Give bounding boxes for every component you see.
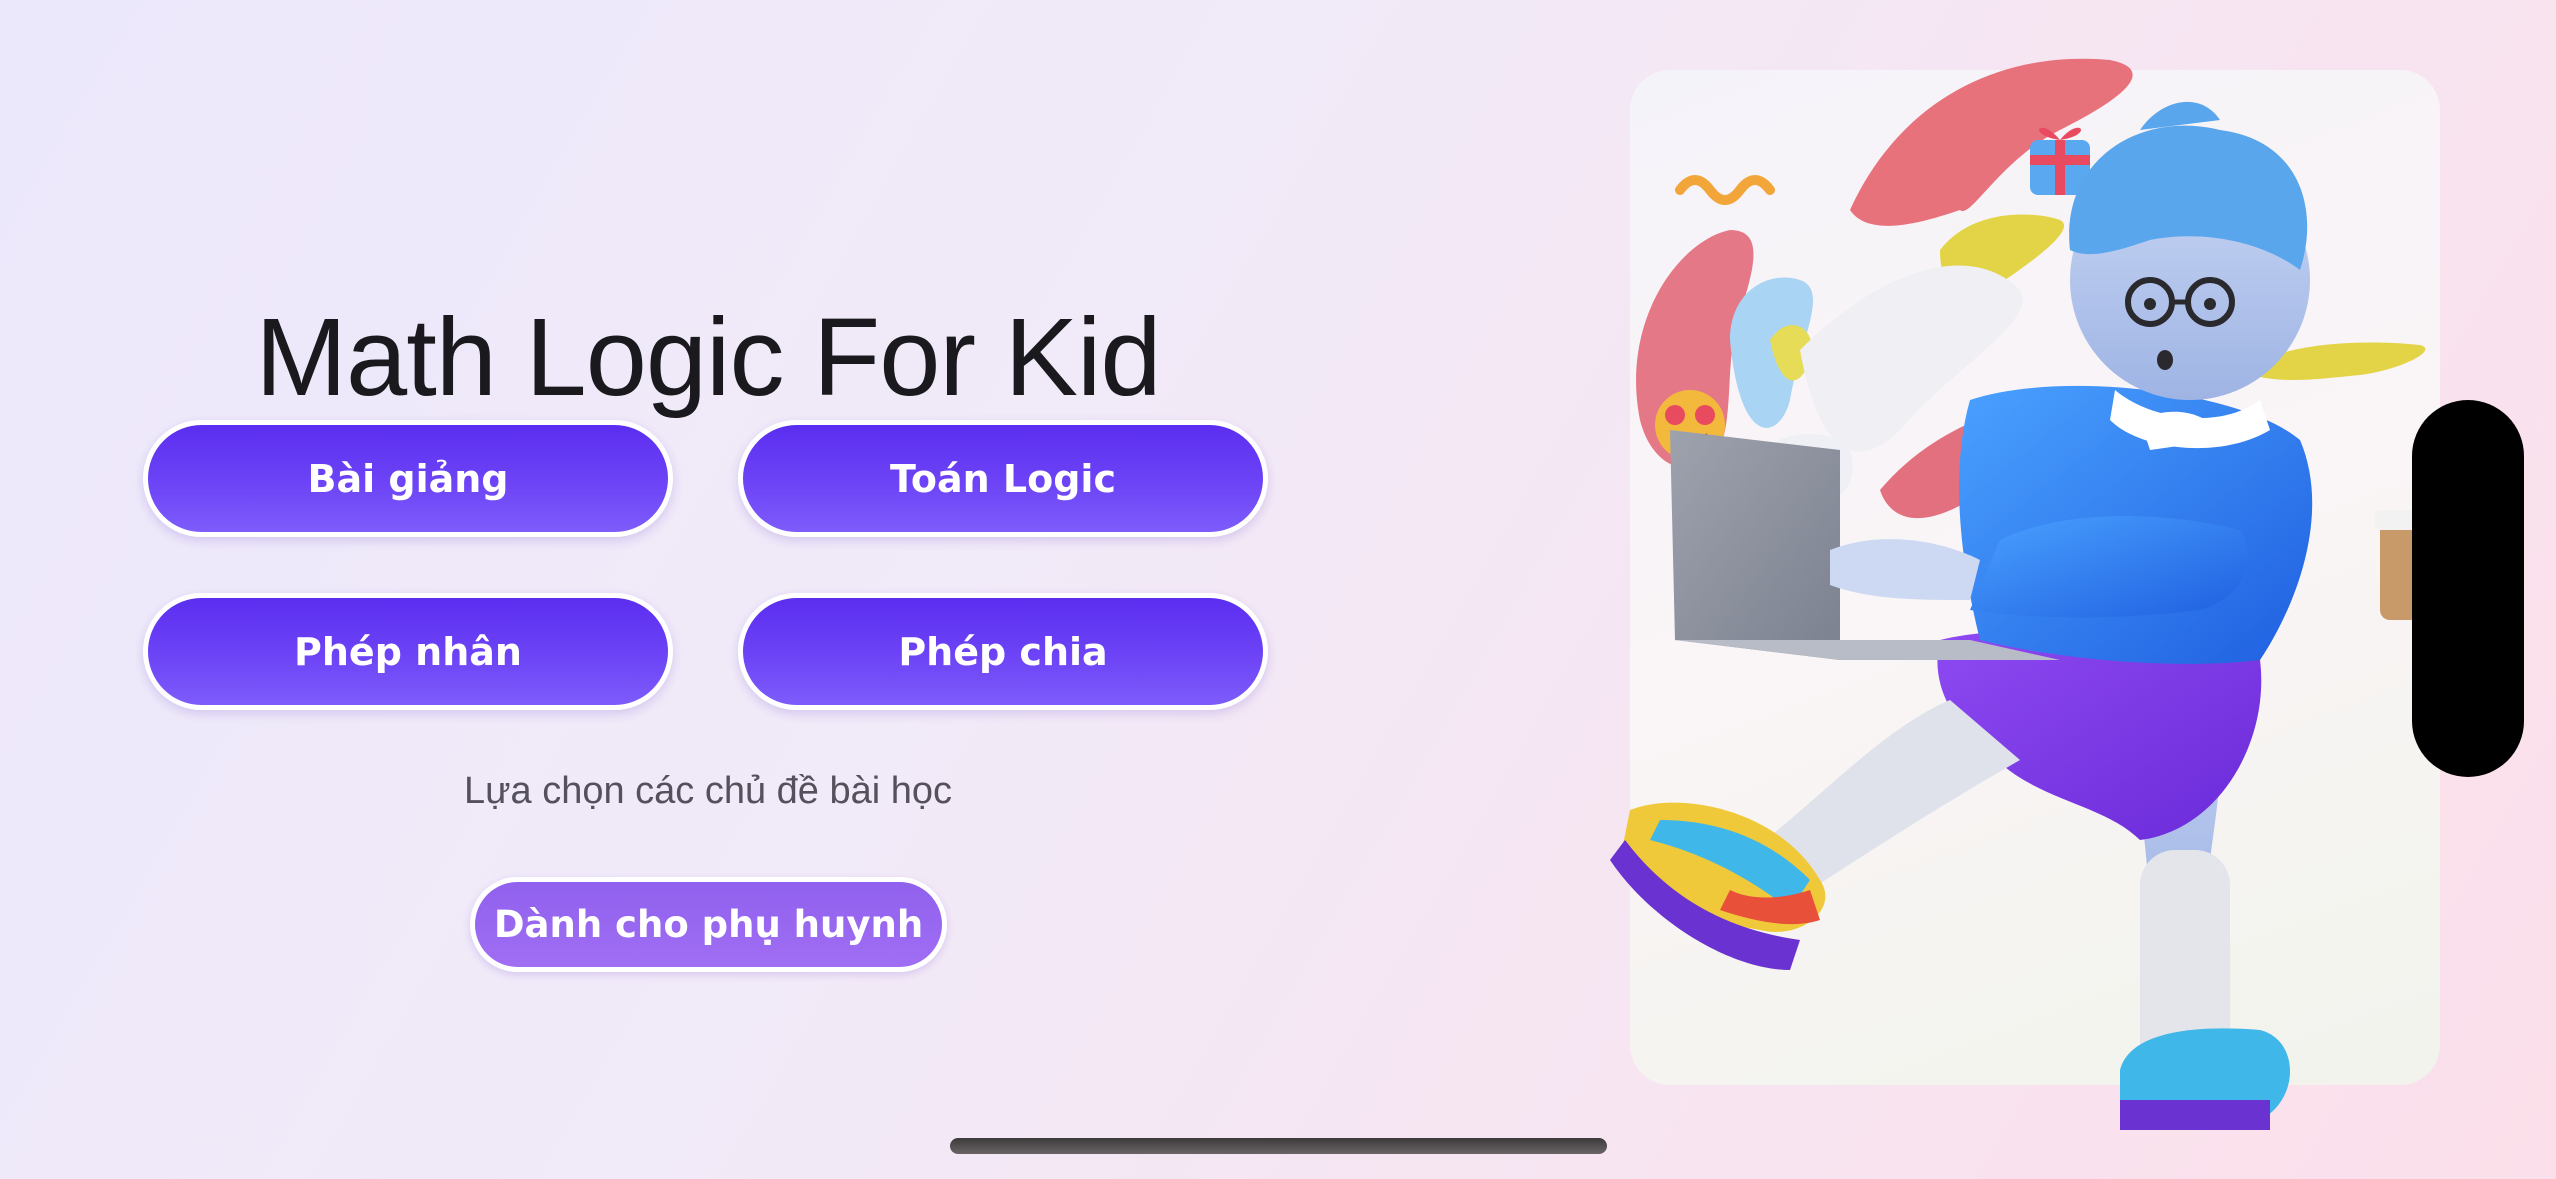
parents-button[interactable]: Dành cho phụ huynh <box>470 877 947 972</box>
lectures-button[interactable]: Bài giảng <box>143 420 673 537</box>
side-notch <box>2412 400 2524 777</box>
division-button[interactable]: Phép chia <box>738 593 1268 710</box>
kid-with-laptop-illustration <box>1610 58 2455 1130</box>
kid-mouth <box>2157 350 2173 370</box>
multiplication-button[interactable]: Phép nhân <box>143 593 673 710</box>
logic-math-button[interactable]: Toán Logic <box>738 420 1268 537</box>
laptop-screen <box>1670 430 1840 660</box>
topic-hint-text: Lựa chọn các chủ đề bài học <box>463 770 953 812</box>
page-title: Math Logic For Kid <box>255 295 1161 419</box>
spring-icon <box>1675 175 1775 205</box>
kid-shoe-sole-back <box>2120 1100 2270 1130</box>
home-indicator[interactable] <box>950 1138 1607 1154</box>
kid-hand <box>1830 539 1980 600</box>
